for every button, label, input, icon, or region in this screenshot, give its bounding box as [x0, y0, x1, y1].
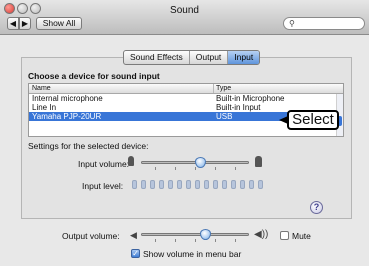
output-volume-slider[interactable] [200, 229, 212, 240]
device-name: Internal microphone [32, 94, 103, 103]
slider-tick [175, 239, 176, 242]
level-segment [186, 180, 191, 189]
level-segment [258, 180, 263, 189]
level-segment [222, 180, 227, 189]
mic-low-icon [128, 156, 134, 166]
level-segment [204, 180, 209, 189]
mute-label: Mute [292, 231, 311, 241]
slider-tick [215, 239, 216, 242]
input-level-label: Input level: [82, 181, 124, 191]
device-name: Line In [32, 103, 57, 112]
column-header-type[interactable]: Type [213, 84, 231, 93]
input-volume-label: Input volume: [78, 159, 130, 169]
column-header-name[interactable]: Name [32, 84, 51, 93]
input-panel [21, 57, 352, 219]
show-volume-label: Show volume in menu bar [143, 249, 242, 259]
speaker-low-icon: ◀ [130, 230, 137, 240]
level-segment [141, 180, 146, 189]
level-segment [213, 180, 218, 189]
table-header: Name Type [29, 84, 343, 94]
output-volume-track[interactable] [141, 233, 249, 236]
level-segment [150, 180, 155, 189]
device-type: Built-in Input [216, 103, 261, 112]
level-segment [159, 180, 164, 189]
level-segment [195, 180, 200, 189]
title-bar: Sound ◀ ▶ Show All ⚲ [0, 0, 369, 35]
device-type: Built-in Microphone [216, 94, 285, 103]
slider-tick [155, 167, 156, 170]
slider-tick [175, 167, 176, 170]
level-segment [132, 180, 137, 189]
mute-checkbox[interactable] [280, 231, 289, 240]
level-segment [168, 180, 173, 189]
search-icon: ⚲ [289, 19, 295, 28]
level-segment [177, 180, 182, 189]
show-all-button[interactable]: Show All [36, 17, 82, 30]
level-segment [231, 180, 236, 189]
mic-high-icon [255, 156, 262, 167]
forward-button[interactable]: ▶ [19, 17, 31, 30]
output-volume-label: Output volume: [62, 231, 120, 241]
slider-tick [195, 167, 196, 170]
slider-tick [235, 167, 236, 170]
back-button[interactable]: ◀ [7, 17, 19, 30]
slider-tick [235, 239, 236, 242]
choose-device-heading: Choose a device for sound input [28, 71, 160, 81]
show-volume-checkbox[interactable]: ✓ [131, 249, 140, 258]
device-type: USB [216, 112, 233, 121]
slider-tick [215, 167, 216, 170]
level-segment [240, 180, 245, 189]
level-segment [249, 180, 254, 189]
tab-sound-effects[interactable]: Sound Effects [124, 51, 190, 64]
help-button[interactable]: ? [310, 201, 323, 214]
tab-bar: Sound Effects Output Input [123, 50, 261, 65]
tab-input[interactable]: Input [228, 51, 260, 64]
window-title: Sound [170, 5, 199, 16]
select-callout: Select [287, 110, 339, 130]
slider-tick [195, 239, 196, 242]
settings-heading: Settings for the selected device: [28, 141, 149, 151]
speaker-high-icon: ◀)) [254, 229, 269, 240]
table-row[interactable]: Internal microphone Built-in Microphone [29, 94, 343, 103]
slider-tick [155, 239, 156, 242]
tab-output[interactable]: Output [190, 51, 229, 64]
device-name: Yamaha PJP-20UR [32, 112, 102, 121]
search-input[interactable]: ⚲ [283, 17, 365, 30]
